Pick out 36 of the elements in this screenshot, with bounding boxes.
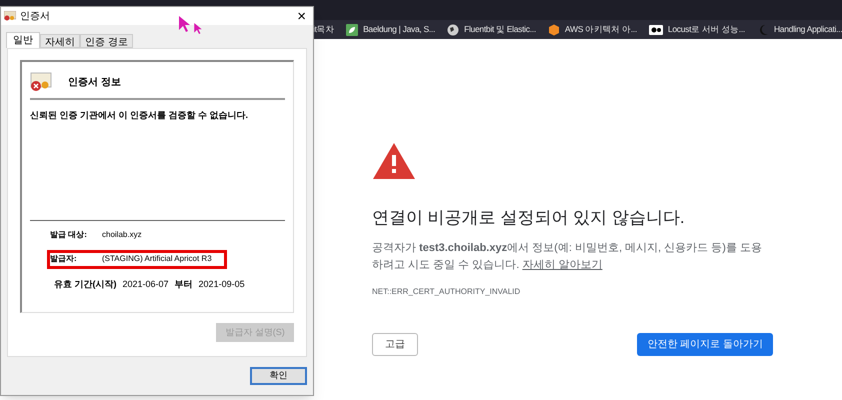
dots-icon [648, 24, 663, 34]
field-value: (STAGING) Artificial Apricot R3 [102, 253, 212, 265]
field-value: choilab.xyz [102, 229, 142, 241]
learn-more-link[interactable]: 자세히 알아보기 [522, 258, 602, 270]
close-button[interactable]: × [297, 8, 306, 24]
back-to-safety-button[interactable]: 안전한 페이지로 돌아가기 [637, 332, 773, 356]
bookmark[interactable]: Handling Applicati... [756, 23, 842, 36]
leaf-icon [346, 24, 358, 36]
error-description: 공격자가 test3.choilab.xyz에서 정보(예: 비밀번호, 메시지, 신용카드 등)를 도용하려고 시도 중일 수 있습니다. 자세히 알아보기 [372, 240, 763, 272]
warning-icon [372, 142, 416, 180]
error-code: NET::ERR_CERT_AUTHORITY_INVALID [372, 286, 522, 298]
cursor-icon [194, 23, 202, 34]
field-label: 발급 대상: [50, 229, 88, 241]
cube-icon [548, 24, 560, 36]
validity-label: 유효 기간(시작) [54, 278, 116, 291]
advanced-button[interactable]: 고급 [372, 332, 418, 356]
certificate-info-heading: 인증서 정보 [68, 76, 121, 90]
certificate-error-icon [30, 72, 52, 92]
bookmark[interactable]: Baeldung | Java, S... [346, 23, 436, 36]
certificate-icon [4, 11, 16, 21]
verification-message: 신뢰된 인증 기관에서 이 인증서를 검증할 수 없습니다. [30, 109, 250, 122]
ok-button[interactable]: 확인 [250, 367, 307, 385]
globe-icon [447, 24, 460, 36]
bookmark[interactable]: Locust로 서버 성능... [648, 23, 745, 36]
validity-between: 부터 [174, 278, 193, 290]
bookmark[interactable]: Fluentbit 및 Elastic... [447, 23, 536, 36]
dialog-title: 인증서 [20, 10, 50, 24]
field-label: 발급자: [50, 253, 78, 265]
bookmark[interactable]: AWS 아키텍처 아... [548, 23, 637, 36]
validity-start: 2021-06-07 [122, 278, 169, 290]
tab[interactable]: 인증 경로 [80, 34, 133, 48]
cursor-icon [179, 16, 190, 32]
tab[interactable]: 일반 [6, 32, 40, 48]
error-title: 연결이 비공개로 설정되어 있지 않습니다. [372, 207, 686, 229]
validity-end: 2021-09-05 [198, 278, 245, 290]
tab[interactable]: 자세히 [40, 34, 80, 48]
